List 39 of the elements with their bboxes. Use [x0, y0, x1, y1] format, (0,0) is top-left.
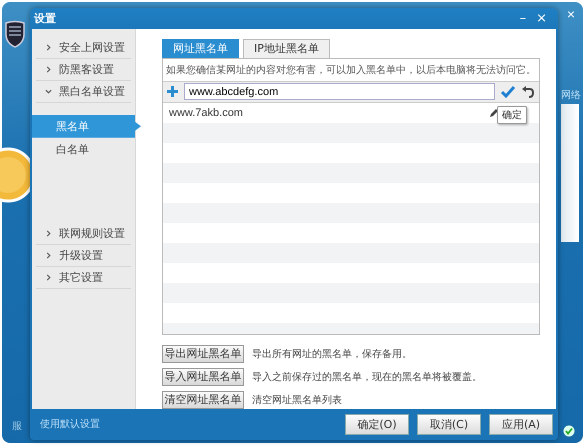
dialog-button[interactable]: 取消(C)	[417, 414, 481, 435]
checkmark-icon[interactable]	[501, 86, 515, 98]
action-description: 清空网址黑名单列表	[252, 394, 342, 407]
action-button[interactable]: 导出网址黑名单	[162, 344, 244, 363]
restore-defaults-link[interactable]: 使用默认设置	[40, 417, 337, 432]
tab[interactable]: 网址黑名单	[162, 38, 239, 58]
sidebar-item[interactable]: 其它设置	[36, 266, 131, 289]
url-input-field[interactable]: www.abcdefg.com	[184, 83, 495, 100]
url-entry[interactable]: www.7akb.com	[169, 106, 489, 119]
window-title: 设置	[34, 10, 57, 26]
sidebar-subitem[interactable]: 白名单	[32, 138, 141, 161]
action-description: 导入之前保存过的黑名单，现在的黑名单将被覆盖。	[252, 370, 482, 384]
pencil-icon[interactable]	[489, 108, 499, 118]
chevron-right-icon	[45, 44, 52, 51]
tab[interactable]: IP地址黑名单	[243, 38, 330, 58]
close-button[interactable]: ×	[566, 6, 575, 22]
chevron-down-icon	[45, 88, 52, 95]
sidebar-item[interactable]: 安全上网设置	[36, 36, 131, 59]
undo-icon[interactable]	[521, 86, 535, 98]
chevron-right-icon	[45, 274, 52, 281]
dialog-button[interactable]: 应用(A)	[489, 414, 553, 435]
action-button[interactable]: 导入网址黑名单	[162, 368, 244, 386]
action-button[interactable]: 清空网址黑名单	[162, 390, 244, 409]
tooltip: 确定	[497, 106, 527, 124]
close-button[interactable]: ×	[531, 10, 552, 26]
sidebar-item[interactable]: 黑白名单设置	[36, 80, 131, 103]
shield-check-icon[interactable]	[563, 425, 575, 437]
minimize-button[interactable]: –	[514, 10, 532, 26]
chevron-right-icon	[45, 252, 52, 259]
action-description: 导出所有网址的黑名单，保存备用。	[252, 348, 412, 361]
dialog-button[interactable]: 确定(O)	[345, 414, 409, 435]
chevron-right-icon	[45, 66, 52, 73]
sidebar-item[interactable]: 升级设置	[36, 244, 131, 267]
sidebar-item[interactable]: 联网规则设置	[36, 222, 131, 245]
footer-label: 服	[12, 420, 22, 433]
side-label: 网络	[561, 89, 581, 102]
plus-icon[interactable]	[167, 86, 178, 98]
chevron-right-icon	[45, 230, 52, 237]
sidebar-item[interactable]: 防黑客设置	[36, 58, 131, 81]
